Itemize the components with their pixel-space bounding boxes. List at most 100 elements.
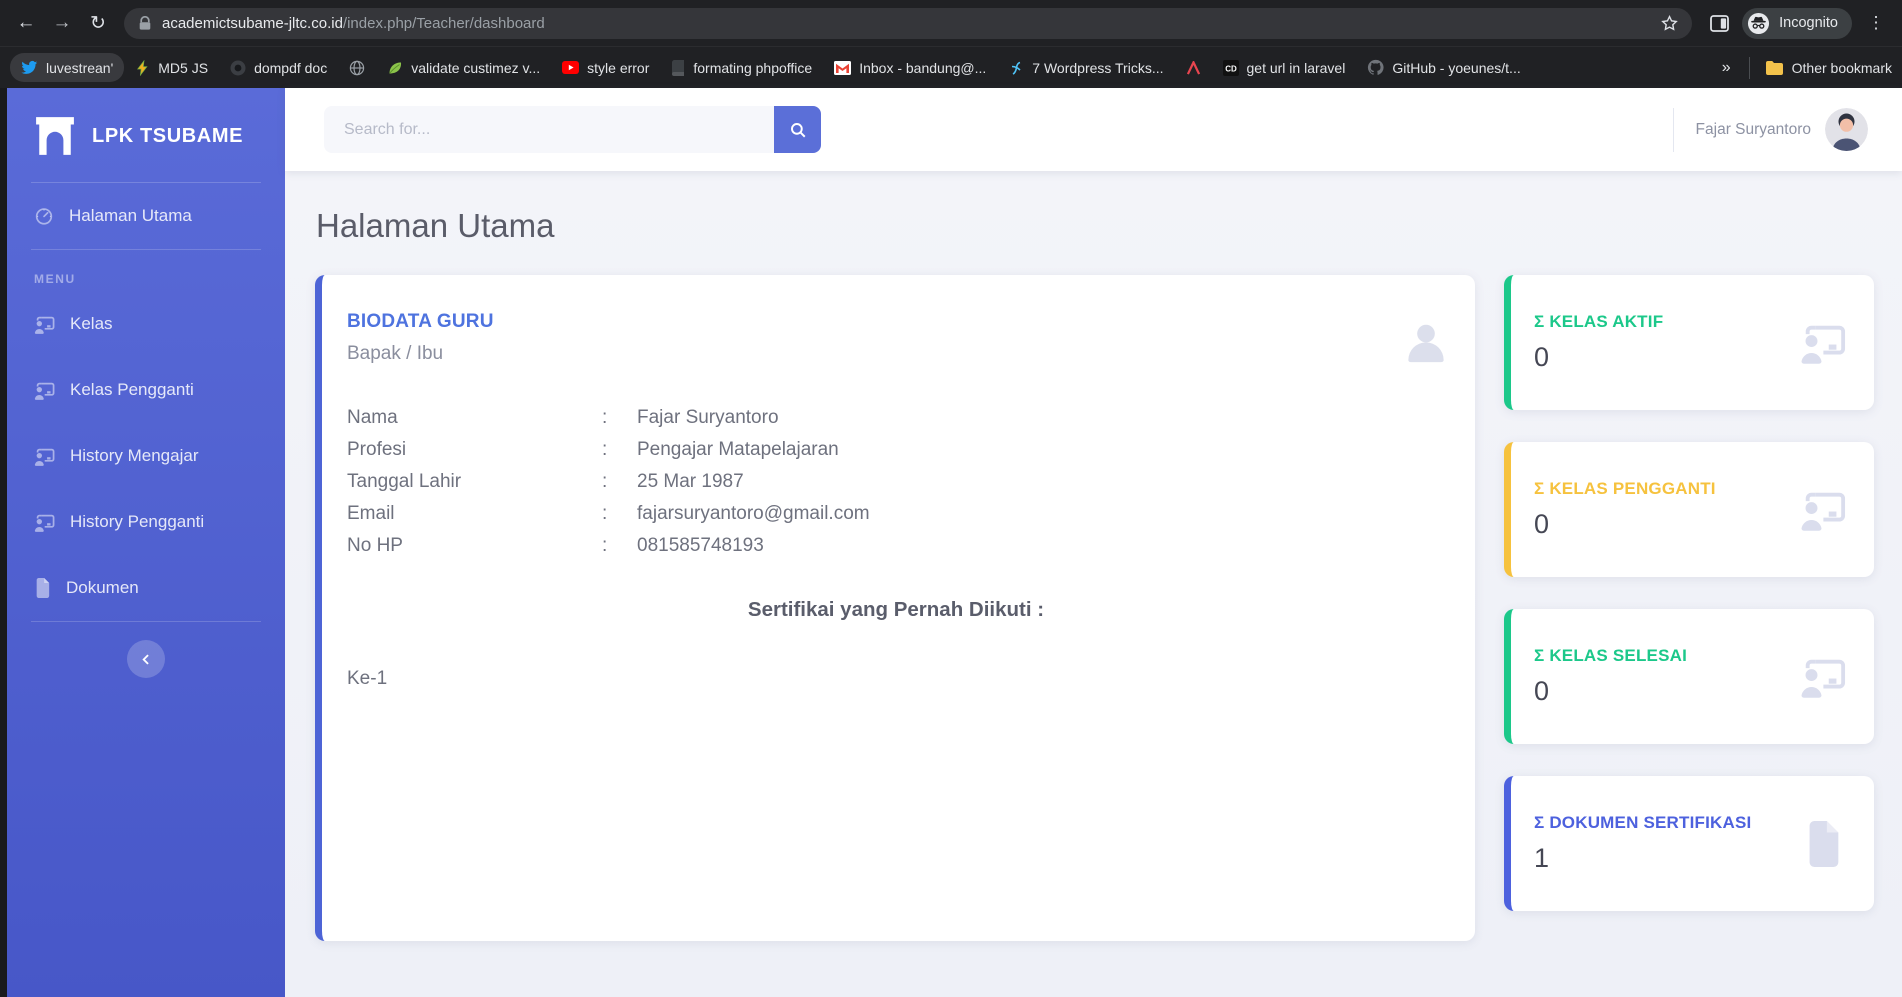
biodata-subtitle: Bapak / Ibu bbox=[347, 343, 444, 364]
back-button[interactable]: ← bbox=[8, 5, 44, 41]
bookmarks-overflow-chevron[interactable]: » bbox=[1712, 59, 1741, 77]
topbar: Fajar Suryantoro bbox=[285, 88, 1902, 171]
bookmark-formating-phpoffice[interactable]: formating phpoffice bbox=[660, 54, 823, 82]
field-label: Profesi bbox=[347, 439, 407, 460]
stat-card: Σ KELAS PENGGANTI 0 bbox=[1504, 442, 1874, 577]
field-colon: : bbox=[602, 407, 608, 428]
other-bookmarks-button[interactable]: Other bookmark bbox=[1758, 60, 1892, 76]
stat-card: Σ KELAS SELESAI 0 bbox=[1504, 609, 1874, 744]
bolt-icon bbox=[135, 59, 150, 76]
web-page: LPK TSUBAME Halaman Utama MENU Kelas Kel… bbox=[0, 88, 1902, 997]
search-icon bbox=[789, 121, 807, 139]
sidebar-item-dokumen[interactable]: Dokumen bbox=[7, 555, 285, 621]
reload-button[interactable]: ↻ bbox=[80, 5, 116, 41]
forward-button[interactable]: → bbox=[44, 5, 80, 41]
other-bookmarks-label: Other bookmark bbox=[1791, 59, 1892, 76]
biodata-fields: Nama : Fajar Suryantoro Profesi : Pengaj… bbox=[347, 402, 1445, 562]
stat-value: 0 bbox=[1534, 676, 1550, 706]
leaf-icon bbox=[387, 60, 403, 76]
incognito-badge: Incognito bbox=[1742, 7, 1852, 39]
sidebar-item-kelas[interactable]: Kelas bbox=[7, 291, 285, 357]
dark-circle-icon bbox=[230, 60, 246, 76]
field-label: Tanggal Lahir bbox=[347, 471, 462, 492]
chalkboard-teacher-icon bbox=[34, 315, 55, 334]
chalkboard-teacher-icon bbox=[34, 513, 55, 532]
field-value: Fajar Suryantoro bbox=[637, 407, 779, 428]
avatar-illustration bbox=[1825, 108, 1868, 151]
url-text: academictsubame-jltc.co.id/index.php/Tea… bbox=[162, 15, 1652, 32]
sidebar-item-history-pengganti[interactable]: History Pengganti bbox=[7, 489, 285, 555]
brand-text: LPK TSUBAME bbox=[92, 124, 244, 147]
biodata-field-row: Tanggal Lahir : 25 Mar 1987 bbox=[347, 466, 1445, 498]
sidebar-nav: Kelas Kelas Pengganti History Mengajar H… bbox=[7, 291, 285, 621]
sidebar: LPK TSUBAME Halaman Utama MENU Kelas Kel… bbox=[7, 88, 285, 997]
field-value: Pengajar Matapelajaran bbox=[637, 439, 839, 460]
dashboard-icon bbox=[34, 206, 54, 226]
stat-label: Σ KELAS AKTIF bbox=[1534, 312, 1664, 331]
url-domain: academictsubame-jltc.co.id bbox=[162, 14, 343, 32]
bookmark-style-error[interactable]: style error bbox=[551, 54, 660, 82]
sidebar-brand[interactable]: LPK TSUBAME bbox=[7, 88, 285, 182]
bookmark-get-url-in-laravel[interactable]: CD get url in laravel bbox=[1212, 54, 1357, 82]
browser-toolbar: ← → ↻ academictsubame-jltc.co.id/index.p… bbox=[0, 0, 1902, 46]
stat-label: Σ KELAS SELESAI bbox=[1534, 646, 1688, 665]
field-colon: : bbox=[602, 439, 608, 460]
avatar[interactable] bbox=[1825, 108, 1868, 151]
certificate-item: Ke-1 bbox=[347, 668, 388, 689]
stat-value: 0 bbox=[1534, 509, 1550, 539]
chalkboard-teacher-icon bbox=[34, 447, 55, 466]
person-icon bbox=[1403, 319, 1449, 365]
sidebar-item-history-mengajar[interactable]: History Mengajar bbox=[7, 423, 285, 489]
search-form bbox=[324, 106, 821, 153]
red-a-icon bbox=[1186, 60, 1201, 75]
user-name: Fajar Suryantoro bbox=[1695, 120, 1811, 138]
svg-text:CD: CD bbox=[1225, 64, 1237, 73]
stat-card: Σ DOKUMEN SERTIFIKASI 1 bbox=[1504, 776, 1874, 911]
kebab-menu-icon[interactable]: ⋮ bbox=[1858, 5, 1894, 41]
gmail-icon bbox=[834, 60, 852, 75]
url-bar[interactable]: academictsubame-jltc.co.id/index.php/Tea… bbox=[124, 6, 1693, 40]
stat-value: 1 bbox=[1534, 843, 1550, 873]
bookmark-7-wordpress-tricks[interactable]: 7 Wordpress Tricks... bbox=[997, 54, 1174, 82]
file-icon bbox=[1800, 820, 1846, 867]
bookmark-red-a-icon[interactable] bbox=[1175, 55, 1212, 81]
sidebar-item-halaman-utama[interactable]: Halaman Utama bbox=[7, 183, 285, 249]
stat-label: Σ DOKUMEN SERTIFIKASI bbox=[1534, 813, 1752, 832]
browser-window: ← → ↻ academictsubame-jltc.co.id/index.p… bbox=[0, 0, 1902, 997]
page-title: Halaman Utama bbox=[316, 207, 555, 244]
search-button[interactable] bbox=[774, 106, 821, 153]
sidebar-collapse-button[interactable] bbox=[127, 640, 165, 678]
field-colon: : bbox=[602, 535, 608, 556]
brand-arch-icon bbox=[34, 115, 76, 157]
bookmark-globe-icon[interactable] bbox=[338, 54, 376, 82]
biodata-field-row: Nama : Fajar Suryantoro bbox=[347, 402, 1445, 434]
stats-column: Σ KELAS AKTIF 0 Σ KELAS PENGGANTI 0 Σ KE… bbox=[1504, 275, 1874, 911]
field-colon: : bbox=[602, 471, 608, 492]
topbar-divider bbox=[1672, 107, 1674, 152]
side-panel-icon[interactable] bbox=[1702, 6, 1736, 40]
sidebar-menu-heading: MENU bbox=[34, 272, 76, 286]
biodata-field-row: Email : fajarsuryantoro@gmail.com bbox=[347, 498, 1445, 530]
bookmark-dompdf-doc[interactable]: dompdf doc bbox=[219, 54, 338, 82]
sidebar-item-kelas-pengganti[interactable]: Kelas Pengganti bbox=[7, 357, 285, 423]
bookmark-inbox-bandung[interactable]: Inbox - bandung@... bbox=[823, 54, 997, 82]
chalkboard-teacher-icon bbox=[34, 381, 55, 400]
main-area: Fajar Suryantoro Halaman Utama BIODATA G… bbox=[285, 88, 1902, 997]
bookmark-github-yoeunes-t[interactable]: GitHub - yoeunes/t... bbox=[1356, 53, 1531, 82]
stat-card: Σ KELAS AKTIF 0 bbox=[1504, 275, 1874, 410]
chalkboard-teacher-icon bbox=[1800, 654, 1846, 700]
youtube-icon bbox=[562, 61, 580, 74]
folder-icon bbox=[1765, 60, 1783, 75]
lock-icon bbox=[138, 15, 152, 31]
chevron-left-icon bbox=[139, 652, 154, 667]
field-label: Nama bbox=[347, 407, 398, 428]
bookmarks-bar: luvestrean' MD5 JS dompdf doc validate c… bbox=[0, 46, 1902, 88]
bookmark-validate-custimez-v[interactable]: validate custimez v... bbox=[376, 54, 551, 82]
bookmark-md5-js[interactable]: MD5 JS bbox=[124, 54, 219, 82]
globe-icon bbox=[349, 60, 365, 76]
field-value: fajarsuryantoro@gmail.com bbox=[637, 503, 870, 524]
bookmark-luvestrean[interactable]: luvestrean' bbox=[10, 53, 125, 82]
search-input[interactable] bbox=[324, 106, 774, 153]
bookmark-star-icon[interactable] bbox=[1652, 6, 1686, 40]
incognito-label: Incognito bbox=[1779, 15, 1838, 31]
